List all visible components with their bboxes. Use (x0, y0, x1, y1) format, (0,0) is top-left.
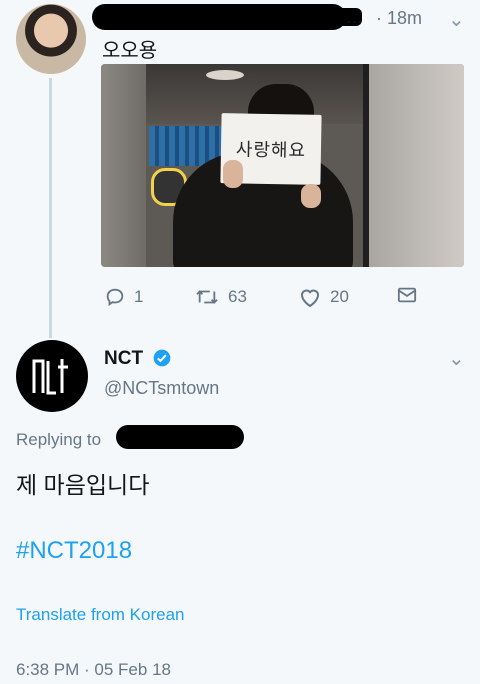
reply-button[interactable]: 1 (104, 286, 143, 308)
translate-link[interactable]: Translate from Korean (16, 605, 185, 625)
tweet-timestamp: 6:38 PM · 05 Feb 18 (16, 660, 171, 679)
photo-hand-left (223, 160, 243, 188)
chevron-down-icon[interactable]: ⌄ (448, 7, 465, 32)
retweet-icon (196, 290, 218, 304)
share-button[interactable] (396, 285, 418, 305)
tweet-photo[interactable]: 사랑해요 (101, 64, 464, 267)
replying-to-label: Replying to (16, 430, 102, 449)
reply-icon (106, 288, 124, 307)
retweet-button[interactable]: 63 (194, 286, 247, 308)
like-count: 20 (330, 287, 349, 306)
parent-avatar[interactable] (16, 4, 86, 74)
parent-name-tail: … (346, 8, 363, 27)
author-handle[interactable]: @NCTsmtown (104, 378, 219, 399)
photo-lamp (206, 70, 244, 80)
reply-count: 1 (134, 287, 144, 306)
verified-icon (153, 349, 171, 367)
photo-wall-right (369, 64, 464, 267)
author-name[interactable]: NCT (104, 348, 143, 370)
parent-tweet-text: 오오용 (102, 40, 158, 62)
chevron-down-icon[interactable]: ⌄ (448, 346, 465, 371)
share-icon (397, 287, 417, 303)
photo-hand-right (301, 184, 321, 208)
nct-avatar[interactable] (16, 340, 88, 412)
like-button[interactable]: 20 (298, 286, 349, 308)
parent-timestamp[interactable]: · 18m (376, 8, 422, 29)
hashtag-link[interactable]: #NCT2018 (16, 537, 132, 565)
thread-connector-line (49, 78, 52, 338)
retweet-count: 63 (228, 287, 247, 306)
photo-wall-left (101, 64, 146, 267)
like-icon (300, 289, 320, 308)
redacted-username (92, 4, 362, 30)
tweet-text: 제 마음입니다 (16, 472, 150, 498)
nct-logo-icon (32, 359, 68, 395)
redacted-reply-handle (116, 425, 244, 449)
